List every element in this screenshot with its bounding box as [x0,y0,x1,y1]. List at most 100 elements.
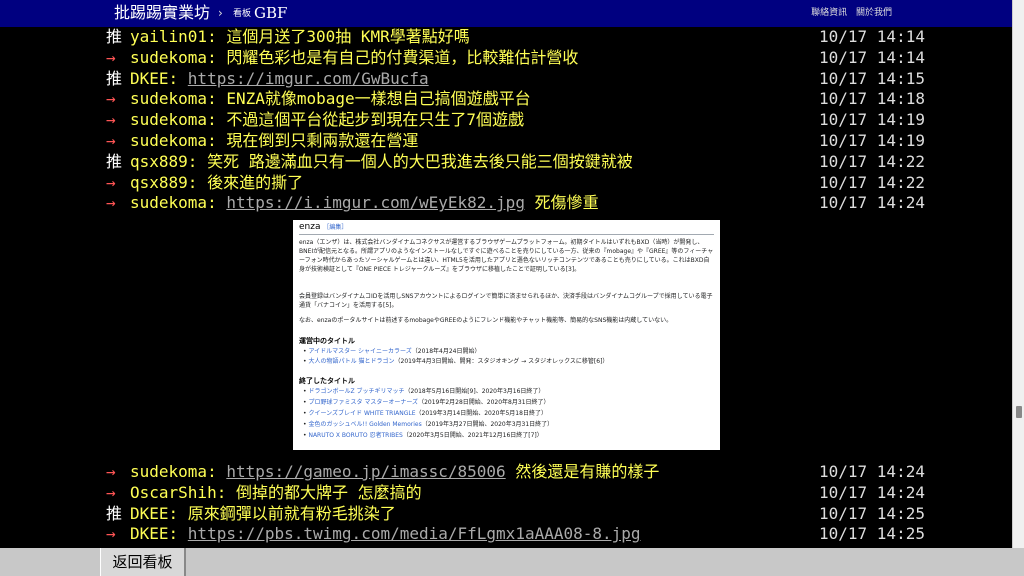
comment-text: : 笑死 路邊滿血只有一個人的大巴我進去後只能三個按鍵就被 [187,151,633,171]
comment-row: → sudekoma: https://i.imgur.com/wEyEk82.j… [106,192,925,213]
comment-timestamp: 10/17 14:14 [819,27,925,46]
comment-link[interactable]: https://i.imgur.com/wEyEk82.jpg [226,193,525,212]
image-section-heading: 運営中のタイトル [299,337,355,345]
comment-tag: 推 [106,503,123,523]
comment-body: qsx889: 笑死 路邊滿血只有一個人的大巴我進去後只能三個按鍵就被 [130,151,633,172]
image-list-item: • 金色のガッシュベル!! Golden Memories（2019年3月27日… [303,421,554,428]
image-section-heading: 終了したタイトル [299,377,355,385]
comment-user: DKEE [130,68,169,88]
comment-text: : 倒掉的都大牌子 怎麼搞的 [216,482,422,502]
about-link[interactable]: 關於我們 [856,8,892,18]
comment-timestamp: 10/17 14:15 [819,68,925,88]
comment-body: OscarShih: 倒掉的都大牌子 怎麼搞的 [130,482,422,503]
comment-row: 推 DKEE: https://imgur.com/GwBucfa 10/17 14… [106,68,925,89]
comment-user: sudekoma [130,110,208,130]
comment-user: DKEE [130,524,169,544]
comment-tag: 推 [106,27,123,46]
comment-row: → sudekoma: 不過這個平台從起步到現在只生了7個遊戲 10/17 14:1… [106,109,925,130]
comment-row: → sudekoma: ENZA就像mobage一樣想自己搞個遊戲平台 10/17 … [106,88,925,109]
image-edit-label: ［編集］ [323,224,348,231]
comment-body: sudekoma: https://i.imgur.com/wEyEk82.jp… [130,192,599,213]
comment-tag: → [106,482,116,502]
comment-link[interactable]: https://gameo.jp/imassc/85006 [226,462,505,481]
image-list-item: • NARUTO X BORUTO 忍者TRIBES（2020年3月5日開始、2… [303,432,543,439]
comment-tag: → [106,172,116,192]
comment-user: qsx889 [130,172,188,192]
comment-timestamp: 10/17 14:14 [819,47,925,67]
comment-user: sudekoma [130,47,208,67]
board-name-link[interactable]: GBF [254,4,287,22]
comment-tag: → [106,131,116,150]
comment-row: → sudekoma: 現在倒到只剩兩款還在營運 10/17 14:19 [106,130,925,151]
comment-text: : 原來鋼彈以前就有粉毛挑染了 [168,503,396,523]
comment-tag: 推 [106,151,123,171]
comment-text: : https://pbs.twimg.com/media/FfLgmx1aAA… [168,524,641,544]
comment-row: → OscarShih: 倒掉的都大牌子 怎麼搞的 10/17 14:24 [106,482,925,503]
comment-body: sudekoma: 閃耀色彩也是有自己的付費渠道，比較難估計營收 [130,47,578,68]
image-paragraph: enza（エンザ）は、株式会社バンダイナムコネクサスが運営するブラウザゲームプラ… [299,239,714,273]
comment-text: : ENZA就像mobage一樣想自己搞個遊戲平台 [207,89,531,109]
comment-link[interactable]: https://pbs.twimg.com/media/FfLgmx1aAAA0… [188,524,641,543]
comment-row: 推 DKEE: 原來鋼彈以前就有粉毛挑染了 10/17 14:25 [106,503,925,524]
comment-row: 推 qsx889: 笑死 路邊滿血只有一個人的大巴我進去後只能三個按鍵就被 10/1… [106,151,925,172]
comment-user: sudekoma [130,193,208,213]
comment-body: DKEE: https://imgur.com/GwBucfa [130,68,429,89]
comment-timestamp: 10/17 14:24 [819,193,925,213]
comment-text: : https://i.imgur.com/wEyEk82.jpg 死傷慘重 [207,193,599,213]
comment-text: : 後來進的撕了 [187,172,304,192]
board-keyword: 看板 [233,9,252,19]
comment-tag: → [106,110,116,130]
comment-link[interactable]: https://imgur.com/GwBucfa [188,69,429,88]
comment-text: : 這個月送了300抽 KMR學著點好嗎 [207,27,470,46]
comment-tag: 推 [106,68,123,88]
comment-text: : 閃耀色彩也是有自己的付費渠道，比較難估計營收 [207,47,579,67]
image-list-item: • クイーンズブレイド WHITE TRIANGLE（2019年3月14日開始、… [303,410,547,417]
comment-timestamp: 10/17 14:19 [819,110,925,130]
comment-row: 推 yailin01: 這個月送了300抽 KMR學著點好嗎 10/17 14:14 [106,26,925,47]
scrollbar[interactable] [1012,0,1024,548]
comment-tag: → [106,462,116,481]
comment-row: → DKEE: https://pbs.twimg.com/media/FfLgm… [106,523,925,544]
comment-tag: → [106,524,116,544]
comment-timestamp: 10/17 14:22 [819,151,925,171]
comment-tag: → [106,89,116,109]
top-bar: 批踢踢實業坊 › 看板 GBF 聯絡資訊 關於我們 [0,0,1012,27]
scroll-thumb[interactable] [1016,406,1022,418]
comment-text: : 不過這個平台從起步到現在只生了7個遊戲 [207,110,524,130]
comment-user: sudekoma [130,131,208,150]
back-to-board-button[interactable]: 返回看板 [100,548,186,576]
site-logo[interactable]: 批踢踢實業坊 [114,3,210,23]
image-title: enza [299,222,321,232]
comment-row: → qsx889: 後來進的撕了 10/17 14:22 [106,172,925,193]
top-links: 聯絡資訊 關於我們 [805,8,892,19]
image-paragraph: 会員登録はバンダイナムコIDを活用しSNSアカウントによるログインで簡単に済ませ… [299,293,713,309]
comment-timestamp: 10/17 14:25 [819,524,925,544]
divider [299,234,714,235]
comment-timestamp: 10/17 14:24 [819,482,925,502]
comment-tag: → [106,47,116,67]
comment-row: → sudekoma: 閃耀色彩也是有自己的付費渠道，比較難估計營收 10/17 1… [106,47,925,68]
comment-body: sudekoma: ENZA就像mobage一樣想自己搞個遊戲平台 [130,88,531,109]
image-paragraph: なお、enzaのポータルサイトは前述するmobageやGREEのようにフレンド機… [299,317,673,324]
comment-user: yailin01 [130,27,208,46]
contact-link[interactable]: 聯絡資訊 [811,8,847,18]
comment-text: : https://gameo.jp/imassc/85006 然後還是有賺的樣… [207,462,660,481]
comment-timestamp: 10/17 14:22 [819,172,925,192]
image-list-item: • 大人の物語パトル 猫とドラゴン（2019年4月3日開始、開発：スタジオキング… [303,358,609,365]
comment-body: sudekoma: 現在倒到只剩兩款還在營運 [130,130,418,151]
comment-user: DKEE [130,503,169,523]
comment-user: sudekoma [130,462,208,481]
comment-body: DKEE: https://pbs.twimg.com/media/FfLgmx… [130,523,641,544]
comment-timestamp: 10/17 14:24 [819,462,925,481]
comment-tag: → [106,193,116,213]
comment-body: qsx889: 後來進的撕了 [130,172,303,193]
comment-row: → sudekoma: https://gameo.jp/imassc/85006… [106,461,925,482]
embedded-image[interactable]: enza ［編集］ enza（エンザ）は、株式会社バンダイナムコネクサスが運営す… [293,220,720,450]
image-list-item: • プロ野球ファミスタ マスターオーナーズ（2019年2月28日開始、2020年… [303,399,550,406]
comment-text: : https://imgur.com/GwBucfa [168,68,429,88]
comment-timestamp: 10/17 14:19 [819,131,925,150]
comment-body: DKEE: 原來鋼彈以前就有粉毛挑染了 [130,503,396,524]
image-list-item: • ドラゴンボールZ ブッチギリマッチ（2018年5月16日開始[9]、2020… [303,388,545,395]
comment-body: sudekoma: https://gameo.jp/imassc/85006 … [130,461,659,482]
comment-timestamp: 10/17 14:18 [819,89,925,109]
